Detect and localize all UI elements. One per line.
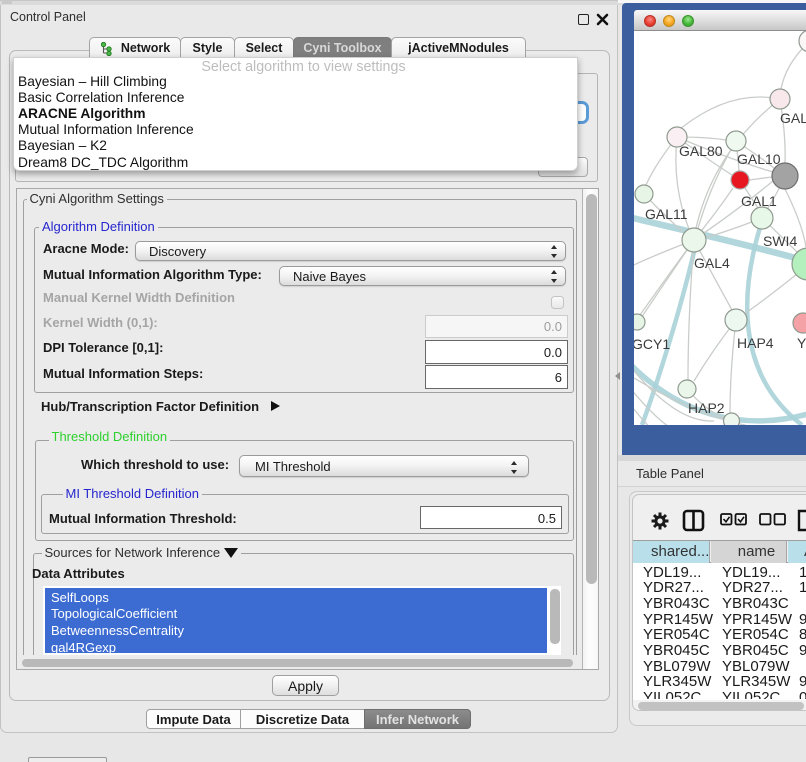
svg-text:GAL4: GAL4 <box>694 255 730 271</box>
svg-text:GCY1: GCY1 <box>634 336 670 352</box>
svg-text:GAL10: GAL10 <box>737 151 781 167</box>
svg-text:GAL80: GAL80 <box>679 143 723 159</box>
svg-text:Y: Y <box>797 335 806 351</box>
svg-text:GAL11: GAL11 <box>645 206 688 222</box>
svg-text:GAL1: GAL1 <box>741 193 777 209</box>
svg-text:GAL7: GAL7 <box>780 110 806 126</box>
svg-text:HAP2: HAP2 <box>688 400 725 416</box>
svg-text:SWI4: SWI4 <box>763 233 797 249</box>
svg-text:HAP4: HAP4 <box>737 335 774 351</box>
